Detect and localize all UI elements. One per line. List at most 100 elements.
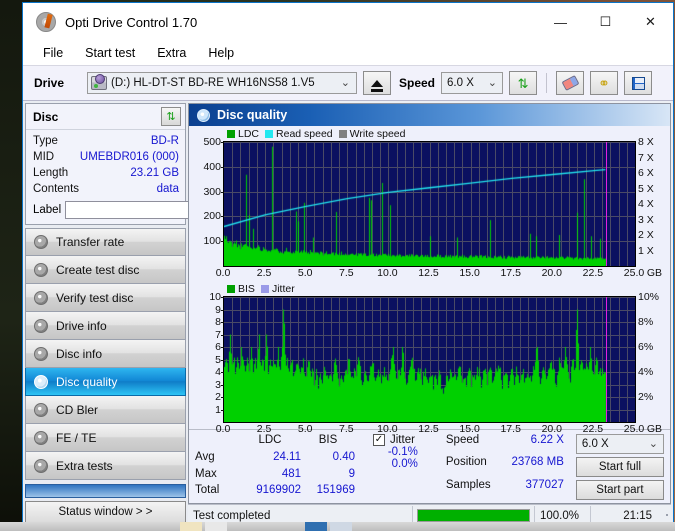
speed-select[interactable]: 6.0 X ⌄ — [441, 72, 504, 94]
bis-plot-canvas — [224, 297, 635, 422]
refresh-button[interactable]: ⇅ — [509, 71, 538, 95]
y-tick-label: 400 — [203, 161, 224, 173]
maximize-button[interactable]: ☐ — [583, 3, 628, 41]
main-area: Disc ⇅ Type BD-R MID UMEBDR016 (000) Len… — [23, 101, 673, 526]
x-tick-label: 12.5 — [418, 267, 439, 279]
application-window: Opti Drive Control 1.70 — ☐ ✕ File Start… — [22, 2, 674, 527]
measurement-info: Speed 6.22 X Position 23768 MB Samples 3… — [446, 434, 564, 500]
legend-label: Write speed — [349, 128, 406, 140]
sidebar-item-label: CD Bler — [56, 402, 99, 417]
statistics-panel: LDC BIS Avg 24.11 0.40 Max 481 9 Total 9… — [189, 429, 670, 503]
jitter-value-2: 0.0% — [391, 458, 418, 470]
x-tick-label: 20.0 — [541, 423, 563, 435]
legend-label: LDC — [238, 128, 260, 140]
test-speed-select[interactable]: 6.0 X ⌄ — [575, 434, 664, 454]
disc-icon — [34, 374, 48, 389]
stats-max-bis: 9 — [348, 467, 355, 480]
menu-extra[interactable]: Extra — [146, 44, 197, 62]
sidebar-item-label: Disc quality — [56, 374, 118, 389]
legend-entry: BIS — [227, 283, 255, 295]
ldc-plot-area[interactable]: 500 400 300 200 100 8 X 7 X 6 X 5 X 4 X 3 X 2 X 1 X — [203, 136, 654, 267]
start-full-button[interactable]: Start full — [575, 457, 664, 477]
ldc-chart: LDC Read speed Write speed 500 400 300 200 100… — [191, 128, 668, 281]
taskbar-item[interactable] — [305, 522, 327, 531]
taskbar-item[interactable] — [330, 522, 352, 531]
speed-label: Speed — [399, 76, 436, 90]
close-button[interactable]: ✕ — [628, 3, 673, 41]
sidebar: Disc ⇅ Type BD-R MID UMEBDR016 (000) Len… — [23, 101, 265, 526]
legend-entry: Read speed — [265, 128, 333, 140]
y-tick-label: 1 — [215, 404, 224, 416]
disc-info-list: Type BD-R MID UMEBDR016 (000) Length 23.… — [26, 130, 265, 224]
legend-swatch — [227, 130, 235, 138]
sidebar-item-create-test-disc[interactable]: Create test disc — [25, 256, 186, 284]
ldc-chart-legend: LDC Read speed Write speed — [225, 128, 408, 140]
menu-help[interactable]: Help — [197, 44, 245, 62]
disc-contents-value: data — [156, 183, 179, 195]
bis-x-axis-ticks: 0.0 2.5 5.0 7.5 10.0 12.5 15.0 17.5 20.0 22.5 25.0… — [216, 423, 662, 437]
legend-swatch — [265, 130, 274, 138]
test-controls: 6.0 X ⌄ Start full Start part — [575, 434, 664, 500]
x-tick-label: 15.0 — [459, 267, 480, 279]
minimize-button[interactable]: — — [538, 3, 583, 41]
jitter-value-1: -0.1% — [387, 446, 418, 458]
legend-swatch — [260, 285, 269, 293]
sidebar-item-verify-test-disc[interactable]: Verify test disc — [25, 284, 186, 312]
sidebar-item-transfer-rate[interactable]: Transfer rate — [25, 228, 186, 256]
y-tick-label: 8 — [215, 316, 224, 328]
bis-plot-area[interactable]: 10 9 8 7 6 5 4 3 2 1 10% 8% 6% 4% 2% — [209, 291, 659, 423]
y2-tick-label: 4% — [638, 366, 654, 378]
disc-icon — [34, 290, 48, 305]
eject-button[interactable] — [363, 71, 391, 95]
status-window-button[interactable]: Status window > > — [25, 501, 186, 523]
resize-grip[interactable] — [657, 513, 671, 519]
y2-tick-label: 2% — [638, 391, 654, 403]
nav-list: Transfer rate Create test disc Verify te… — [25, 228, 186, 480]
y2-tick-label: 4 X — [638, 198, 654, 210]
sidebar-item-extra-tests[interactable]: Extra tests — [25, 452, 186, 480]
y2-tick-label: 1 X — [638, 244, 654, 257]
taskbar-item[interactable] — [180, 522, 202, 531]
erase-button[interactable] — [556, 71, 585, 95]
sidebar-item-fe-te[interactable]: FE / TE — [25, 424, 186, 452]
y2-tick-label: 3 X — [638, 213, 654, 226]
x-tick-label: 17.5 — [500, 423, 521, 435]
x-tick-label: 25.0 — [623, 267, 645, 279]
window-controls: — ☐ ✕ — [538, 3, 673, 41]
y-tick-label: 3 — [215, 379, 224, 391]
samples-info-label: Samples — [445, 478, 491, 491]
stats-row-total-label: Total — [195, 484, 220, 497]
menu-file[interactable]: File — [32, 44, 74, 62]
refresh-icon: ⇅ — [517, 75, 529, 91]
stats-total-ldc: 9169902 — [256, 484, 301, 497]
y2-tick-label: 8 X — [638, 136, 654, 148]
legend-label: BIS — [238, 283, 255, 295]
y2-tick-label: 2 X — [638, 229, 654, 241]
taskbar-item[interactable] — [205, 522, 227, 531]
x-axis-unit: GB — [646, 267, 662, 279]
disc-row-contents: Contents data — [33, 181, 179, 197]
start-part-button[interactable]: Start part — [575, 480, 664, 500]
y-tick-label: 300 — [203, 186, 224, 198]
disc-icon — [34, 262, 48, 277]
sidebar-item-label: Disc info — [56, 346, 103, 361]
save-button[interactable] — [624, 71, 653, 95]
x-tick-label: 12.5 — [418, 423, 439, 435]
menu-start-test[interactable]: Start test — [74, 44, 146, 62]
sidebar-accent-strip — [25, 484, 186, 498]
position-info-label: Position — [445, 456, 487, 469]
y-tick-label: 500 — [203, 136, 224, 148]
sidebar-item-cd-bler[interactable]: CD Bler — [25, 396, 186, 424]
disc-panel: Disc ⇅ Type BD-R MID UMEBDR016 (000) Len… — [25, 103, 265, 225]
drive-select[interactable]: (D:) HL-DT-ST BD-RE WH16NS58 1.V5 ⌄ — [87, 72, 357, 94]
sidebar-item-drive-info[interactable]: Drive info — [25, 312, 186, 340]
disc-refresh-button[interactable]: ⇅ — [161, 107, 181, 126]
x-tick-label: 2.5 — [256, 267, 272, 279]
x-tick-label: 2.5 — [256, 423, 272, 435]
chevron-down-icon: ⌄ — [340, 77, 350, 89]
sidebar-item-disc-quality[interactable]: Disc quality — [25, 368, 186, 396]
sidebar-item-label: Create test disc — [56, 262, 140, 277]
key-button[interactable]: ⚭ — [590, 71, 619, 95]
sidebar-item-disc-info[interactable]: Disc info — [25, 340, 186, 368]
legend-entry: Jitter — [260, 283, 295, 295]
